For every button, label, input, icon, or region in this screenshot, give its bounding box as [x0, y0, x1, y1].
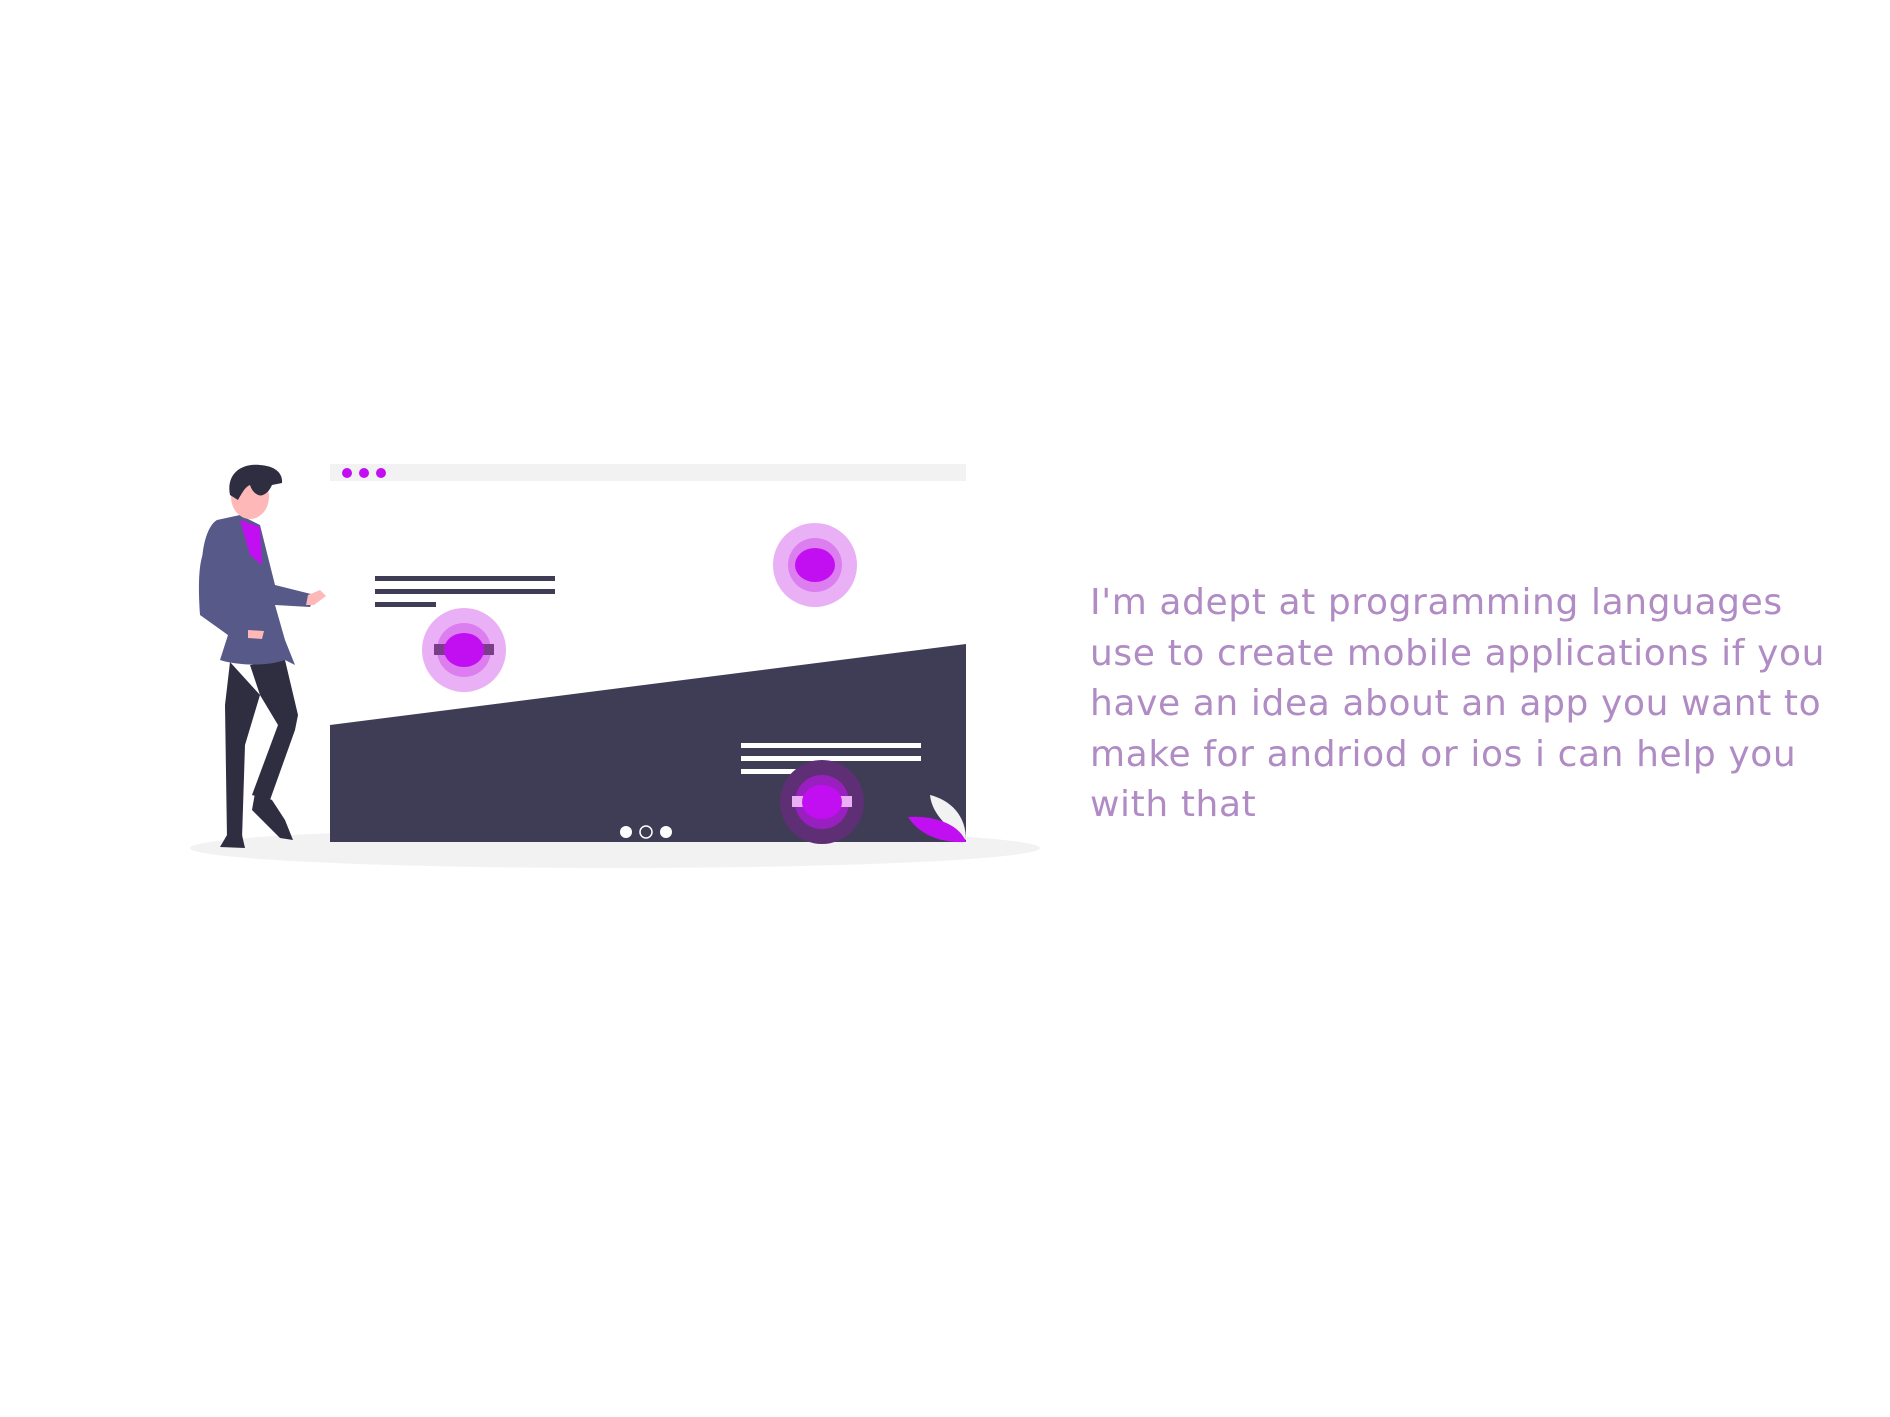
- browser-dot-icon: [342, 468, 352, 478]
- text-line: [375, 602, 436, 607]
- toggle-knob: [802, 785, 842, 819]
- carousel-dot-icon: [620, 826, 632, 838]
- browser-dot-icon: [376, 468, 386, 478]
- text-line: [741, 743, 921, 748]
- text-line: [741, 756, 921, 761]
- text-line: [375, 576, 555, 581]
- developer-illustration: [190, 455, 1060, 875]
- toggle-knob: [444, 633, 484, 667]
- carousel-dot-icon: [660, 826, 672, 838]
- browser-dot-icon: [359, 468, 369, 478]
- skills-description: I'm adept at programming languages use t…: [1090, 582, 1826, 825]
- text-line: [375, 589, 555, 594]
- toggle-knob: [795, 548, 835, 582]
- developer-presenting-illustration-icon: [190, 464, 1040, 868]
- person-figure: [198, 464, 326, 848]
- browser-bar: [330, 464, 966, 481]
